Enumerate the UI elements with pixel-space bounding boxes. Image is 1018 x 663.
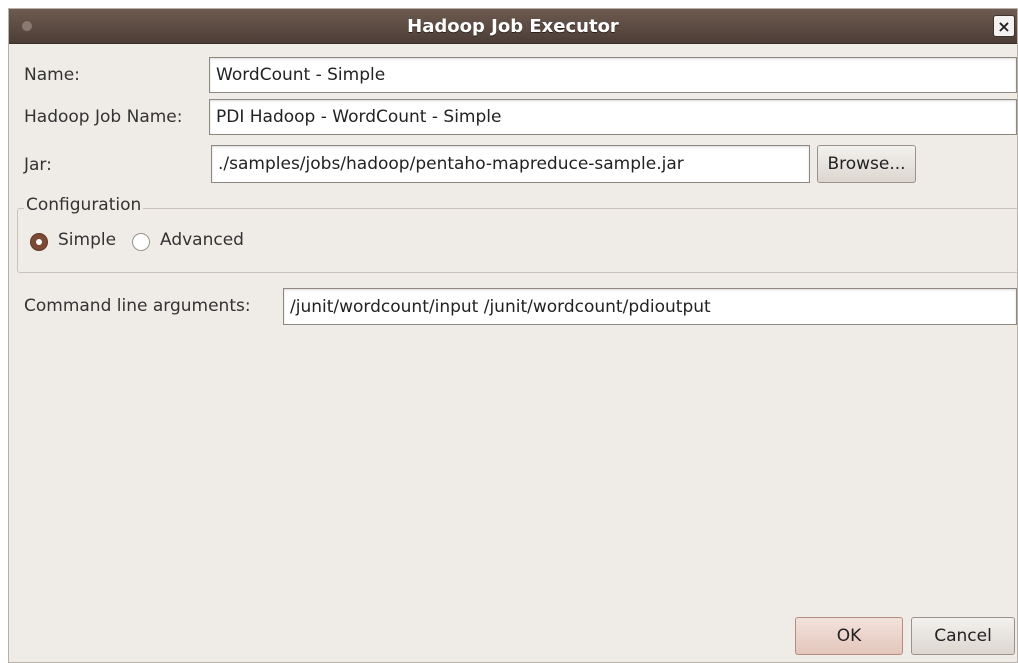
window-title: Hadoop Job Executor	[407, 15, 619, 37]
dialog-window: Hadoop Job Executor × Name: WordCount - …	[8, 8, 1018, 663]
cancel-button[interactable]: Cancel	[911, 617, 1015, 655]
hadoop-job-name-input[interactable]: PDI Hadoop - WordCount - Simple	[209, 99, 1017, 135]
window-menu-icon[interactable]	[21, 20, 33, 32]
command-line-arguments-label: Command line arguments:	[24, 296, 251, 316]
name-input[interactable]: WordCount - Simple	[209, 57, 1017, 93]
close-button[interactable]: ×	[993, 15, 1015, 37]
name-label: Name:	[24, 65, 80, 85]
command-line-arguments-input[interactable]: /junit/wordcount/input /junit/wordcount/…	[283, 288, 1017, 325]
hadoop-job-name-label: Hadoop Job Name:	[24, 107, 183, 127]
jar-label: Jar:	[24, 155, 52, 175]
configuration-group-title: Configuration	[24, 195, 144, 215]
ok-button[interactable]: OK	[795, 617, 903, 655]
browse-button[interactable]: Browse...	[817, 145, 916, 183]
title-bar[interactable]: Hadoop Job Executor ×	[9, 9, 1017, 44]
radio-dot-icon	[36, 239, 42, 245]
simple-radio[interactable]	[30, 233, 48, 251]
advanced-radio[interactable]	[132, 233, 150, 251]
advanced-radio-label[interactable]: Advanced	[160, 230, 244, 250]
jar-input[interactable]: ./samples/jobs/hadoop/pentaho-mapreduce-…	[211, 145, 810, 183]
simple-radio-label[interactable]: Simple	[58, 230, 116, 250]
